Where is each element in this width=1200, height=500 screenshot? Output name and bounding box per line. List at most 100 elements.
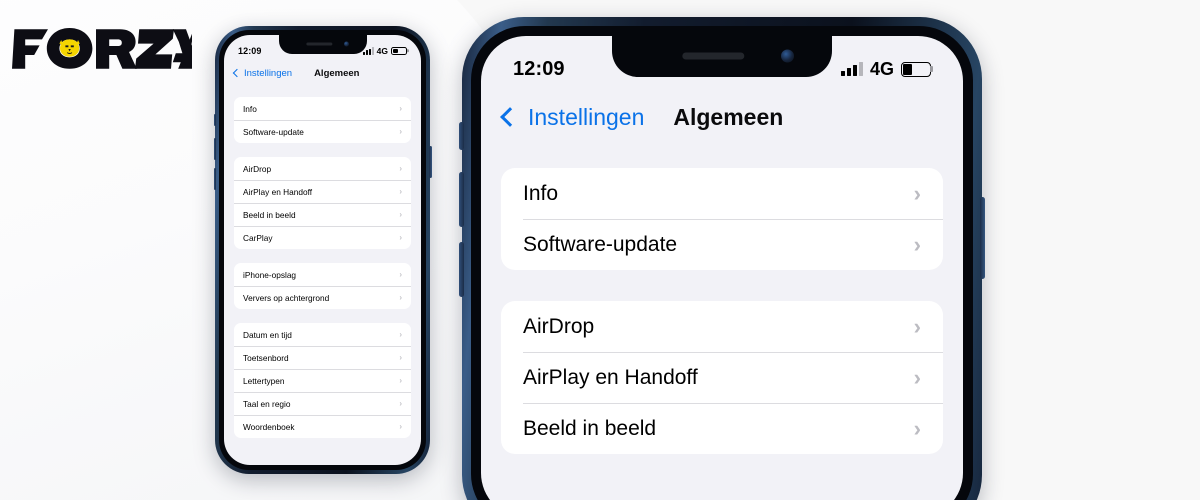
settings-list: Info › Software-update › AirDrop › AirPlay en … bbox=[481, 146, 963, 454]
settings-group: Datum en tijd › Toetsenbord › Lettertypen › Ta… bbox=[234, 323, 411, 438]
front-camera-icon bbox=[343, 41, 349, 47]
settings-group: Info › Software-update › bbox=[501, 168, 943, 270]
volume-down-button[interactable] bbox=[213, 168, 216, 190]
settings-row-label: Taal en regio bbox=[243, 398, 291, 409]
settings-row-label: Woordenboek bbox=[243, 421, 295, 432]
phone-big: 12:09 4G Instellingen Algemeen Info › Soft… bbox=[459, 17, 985, 500]
power-button-big[interactable] bbox=[980, 197, 985, 279]
settings-row[interactable]: iPhone-opslag › bbox=[234, 263, 411, 286]
battery-icon bbox=[391, 47, 407, 55]
settings-row[interactable]: Software-update › bbox=[501, 219, 943, 270]
settings-row-label: Ververs op achtergrond bbox=[243, 292, 330, 303]
settings-row-label: Software-update bbox=[243, 126, 304, 137]
status-indicators: 4G bbox=[840, 58, 931, 80]
back-label: Instellingen bbox=[244, 67, 293, 79]
phone-big-screen: 12:09 4G Instellingen Algemeen Info › Soft… bbox=[481, 36, 963, 500]
chevron-right-icon: › bbox=[399, 127, 402, 136]
volume-up-button[interactable] bbox=[213, 138, 216, 160]
settings-row-label: iPhone-opslag bbox=[243, 269, 297, 280]
back-label: Instellingen bbox=[528, 103, 645, 130]
back-button[interactable]: Instellingen bbox=[232, 67, 293, 79]
chevron-left-icon bbox=[500, 107, 520, 127]
volume-down-button-big[interactable] bbox=[459, 242, 464, 297]
settings-group: iPhone-opslag › Ververs op achtergrond › bbox=[234, 263, 411, 309]
chevron-right-icon: › bbox=[399, 233, 402, 242]
settings-group: Info › Software-update › bbox=[234, 97, 411, 143]
settings-row[interactable]: Info › bbox=[501, 168, 943, 219]
settings-row[interactable]: Lettertypen › bbox=[234, 369, 411, 392]
settings-row-label: Info bbox=[243, 103, 257, 114]
settings-row[interactable]: CarPlay › bbox=[234, 226, 411, 249]
settings-row-label: AirDrop bbox=[243, 163, 272, 174]
chevron-right-icon: › bbox=[913, 180, 921, 206]
signal-bars-icon bbox=[840, 62, 865, 76]
back-button[interactable]: Instellingen bbox=[500, 103, 645, 131]
settings-row[interactable]: Software-update › bbox=[234, 120, 411, 143]
status-time: 12:09 bbox=[238, 46, 262, 56]
settings-row-label: CarPlay bbox=[243, 232, 273, 243]
chevron-right-icon: › bbox=[913, 415, 921, 441]
front-camera-icon bbox=[781, 49, 794, 63]
chevron-right-icon: › bbox=[399, 104, 402, 113]
chevron-right-icon: › bbox=[913, 313, 921, 339]
forza-logo-svg bbox=[12, 28, 201, 69]
mute-switch[interactable] bbox=[213, 114, 216, 126]
chevron-right-icon: › bbox=[399, 399, 402, 408]
earpiece-speaker-icon bbox=[682, 52, 745, 60]
settings-row[interactable]: AirDrop › bbox=[501, 301, 943, 352]
network-label: 4G bbox=[869, 58, 894, 79]
chevron-right-icon: › bbox=[399, 353, 402, 362]
screenshot-canvas: 12:09 4G Instellingen Algemeen Info › Soft… bbox=[0, 0, 1200, 500]
lion-head-icon bbox=[59, 39, 80, 57]
settings-list: Info › Software-update › AirDrop › AirPlay en … bbox=[224, 85, 421, 438]
settings-row[interactable]: Info › bbox=[234, 97, 411, 120]
settings-row[interactable]: Beeld in beeld › bbox=[234, 203, 411, 226]
power-button[interactable] bbox=[429, 146, 432, 178]
settings-row[interactable]: AirDrop › bbox=[234, 157, 411, 180]
settings-row[interactable]: Toetsenbord › bbox=[234, 346, 411, 369]
mute-switch-big[interactable] bbox=[459, 122, 464, 150]
settings-row-label: Beeld in beeld bbox=[243, 209, 296, 220]
settings-row[interactable]: AirPlay en Handoff › bbox=[501, 352, 943, 403]
settings-row[interactable]: Ververs op achtergrond › bbox=[234, 286, 411, 309]
settings-row-label: AirDrop bbox=[523, 314, 595, 338]
settings-row[interactable]: Taal en regio › bbox=[234, 392, 411, 415]
chevron-right-icon: › bbox=[399, 270, 402, 279]
phone-small-notch bbox=[278, 35, 367, 54]
chevron-right-icon: › bbox=[399, 210, 402, 219]
forza-logo bbox=[12, 22, 201, 76]
settings-row[interactable]: Woordenboek › bbox=[234, 415, 411, 438]
settings-row[interactable]: Beeld in beeld › bbox=[501, 403, 943, 454]
phone-small-screen: 12:09 4G Instellingen Algemeen Info › Soft… bbox=[224, 35, 421, 465]
phone-small: 12:09 4G Instellingen Algemeen Info › Soft… bbox=[213, 26, 432, 474]
page-title: Algemeen bbox=[673, 103, 784, 130]
chevron-right-icon: › bbox=[399, 187, 402, 196]
chevron-right-icon: › bbox=[913, 364, 921, 390]
settings-row-label: AirPlay en Handoff bbox=[523, 365, 698, 389]
settings-row[interactable]: AirPlay en Handoff › bbox=[234, 180, 411, 203]
network-label: 4G bbox=[376, 46, 388, 56]
nav-bar: Instellingen Algemeen bbox=[224, 61, 421, 85]
nav-bar: Instellingen Algemeen bbox=[481, 88, 963, 146]
phone-big-notch bbox=[612, 36, 832, 77]
settings-row[interactable]: Datum en tijd › bbox=[234, 323, 411, 346]
earpiece-speaker-icon bbox=[305, 42, 332, 46]
settings-row-label: AirPlay en Handoff bbox=[243, 186, 313, 197]
status-time: 12:09 bbox=[513, 57, 565, 80]
settings-row-label: Software-update bbox=[523, 232, 678, 256]
chevron-right-icon: › bbox=[399, 376, 402, 385]
chevron-left-icon bbox=[232, 68, 242, 78]
chevron-right-icon: › bbox=[399, 164, 402, 173]
battery-icon bbox=[901, 61, 931, 77]
chevron-right-icon: › bbox=[399, 293, 402, 302]
settings-row-label: Beeld in beeld bbox=[523, 416, 657, 440]
settings-group: AirDrop › AirPlay en Handoff › Beeld in beel… bbox=[501, 301, 943, 454]
signal-bars-icon bbox=[362, 47, 375, 55]
settings-row-label: Datum en tijd bbox=[243, 329, 292, 340]
settings-row-label: Toetsenbord bbox=[243, 352, 289, 363]
volume-up-button-big[interactable] bbox=[459, 172, 464, 227]
page-title: Algemeen bbox=[314, 67, 360, 79]
settings-group: AirDrop › AirPlay en Handoff › Beeld in beel… bbox=[234, 157, 411, 249]
chevron-right-icon: › bbox=[399, 422, 402, 431]
status-indicators: 4G bbox=[362, 46, 407, 56]
